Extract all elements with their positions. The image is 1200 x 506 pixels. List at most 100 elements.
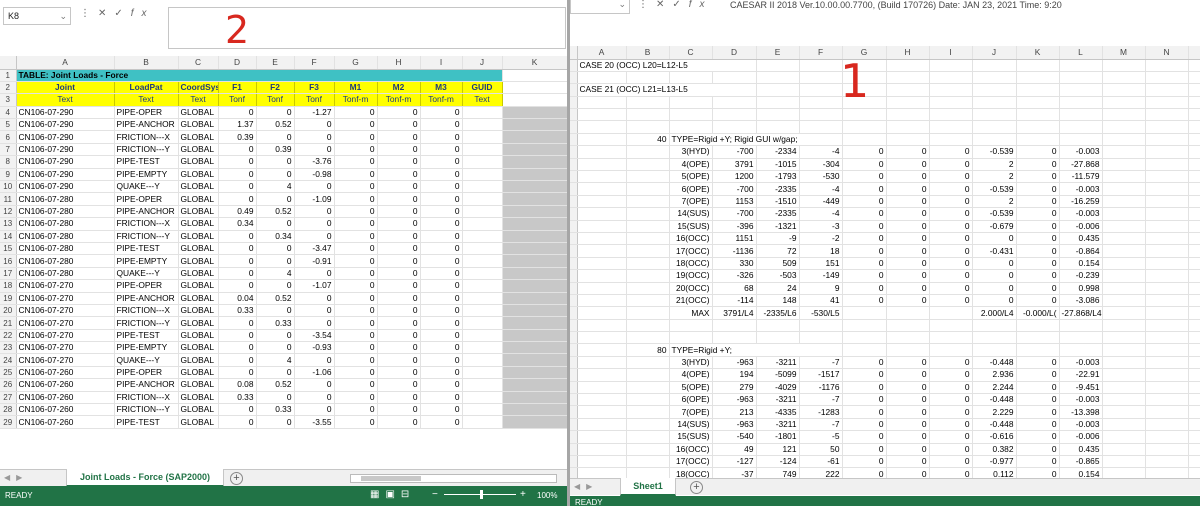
cell[interactable]: 0 [420,391,463,405]
cell[interactable] [1102,257,1146,271]
cell[interactable]: FRICTION---Y [114,143,179,157]
cell[interactable] [577,170,627,184]
cell[interactable]: GLOBAL [178,106,219,120]
cell[interactable] [1188,108,1200,122]
cell[interactable] [756,96,800,110]
add-sheet-icon[interactable]: + [230,472,243,485]
cell[interactable]: 0 [334,279,378,293]
cell[interactable]: -530/L5 [799,306,843,320]
cell[interactable]: -27.868/L4 [1059,306,1103,320]
cell[interactable] [1145,319,1189,333]
cell[interactable]: 0 [842,244,887,258]
cell[interactable]: -5099 [756,368,800,382]
cell[interactable]: GLOBAL [178,155,219,169]
cell[interactable]: QUAKE---Y [114,267,179,281]
column-header[interactable]: C [669,46,713,60]
cell[interactable] [972,133,1017,147]
cell[interactable] [1145,455,1189,469]
cell[interactable]: -1283 [799,405,843,419]
cell[interactable]: 0 [929,393,973,407]
cell[interactable] [626,443,670,457]
cell[interactable] [626,108,670,122]
row-header[interactable]: 21 [0,316,17,330]
cell[interactable]: 0 [218,143,257,157]
row-header[interactable] [570,331,578,345]
cell[interactable]: -3211 [756,393,800,407]
cell[interactable]: GLOBAL [178,267,219,281]
cell[interactable]: 0.39 [218,130,257,144]
cell[interactable]: FRICTION---Y [114,316,179,330]
cell[interactable]: 4 [256,180,295,194]
cell[interactable]: -13.398 [1059,405,1103,419]
cell[interactable]: 0 [377,292,421,305]
cell[interactable]: 0 [377,341,421,355]
cell[interactable]: 0 [886,418,930,432]
row-header[interactable] [570,220,578,233]
cell[interactable]: 0 [334,118,378,132]
cell[interactable] [1188,331,1200,345]
cell[interactable]: PIPE-ANCHOR [114,205,179,219]
cell[interactable] [1188,83,1200,97]
cell[interactable]: 0 [377,415,421,429]
cell[interactable] [462,353,503,367]
cell[interactable]: 0.382 [972,443,1017,457]
cell[interactable]: MAX [669,306,713,320]
cell[interactable]: CN106-07-270 [16,304,115,318]
cell[interactable]: 0 [929,443,973,457]
row-header[interactable] [570,455,578,469]
cell[interactable]: 0.39 [256,143,295,157]
cell[interactable]: GLOBAL [178,316,219,330]
cell[interactable] [1188,393,1200,407]
cell[interactable] [626,195,670,209]
cell[interactable]: 0 [294,130,335,144]
cell[interactable]: 0.33 [256,403,295,417]
cell[interactable] [502,267,567,281]
cell[interactable]: 20(OCC) [669,282,713,295]
cell[interactable]: 0 [972,282,1017,295]
cell[interactable]: GLOBAL [178,242,219,256]
cell[interactable]: -3.76 [294,155,335,169]
cell[interactable]: 0 [256,192,295,206]
cell[interactable]: -0.448 [972,356,1017,370]
cell[interactable]: 0 [1016,405,1060,419]
cell[interactable]: -4 [799,207,843,221]
cell[interactable]: 0 [377,254,421,268]
cell[interactable]: 0 [842,220,887,233]
cell[interactable] [1102,356,1146,370]
cell[interactable] [502,366,567,380]
cell[interactable]: CN106-07-280 [16,217,115,231]
column-header[interactable]: F [799,46,843,60]
cell[interactable]: -22.91 [1059,368,1103,382]
cell[interactable] [462,403,503,417]
cell[interactable]: 0 [972,269,1017,283]
header-cell[interactable]: CoordSys [178,81,219,95]
column-header[interactable]: D [218,56,257,70]
cell[interactable] [1059,83,1103,97]
cell[interactable] [626,356,670,370]
cell[interactable]: 0 [294,316,335,330]
cell[interactable] [972,319,1017,333]
cell[interactable]: 0 [334,415,378,429]
cell[interactable]: CN106-07-260 [16,366,115,380]
cell[interactable]: 16(OCC) [669,443,713,457]
cell[interactable] [1102,59,1146,72]
cell[interactable] [886,133,930,147]
cell[interactable] [1102,294,1146,308]
cell[interactable] [626,393,670,407]
cell[interactable]: 0.49 [218,205,257,219]
cell[interactable] [1059,331,1103,345]
cell[interactable]: -0.539 [972,207,1017,221]
select-all-corner[interactable] [0,56,17,70]
cell[interactable]: CN106-07-270 [16,279,115,293]
cell[interactable] [462,316,503,330]
column-header[interactable]: K [502,56,567,70]
cell[interactable]: 0 [334,155,378,169]
cell[interactable]: 151 [799,257,843,271]
cell[interactable] [972,59,1017,72]
cell[interactable]: -9 [756,232,800,246]
cell[interactable]: -0.91 [294,254,335,268]
cancel-icon[interactable]: ✕ [98,8,114,19]
cell[interactable] [929,319,973,333]
cell[interactable]: 0 [334,341,378,355]
cell[interactable] [712,71,757,85]
